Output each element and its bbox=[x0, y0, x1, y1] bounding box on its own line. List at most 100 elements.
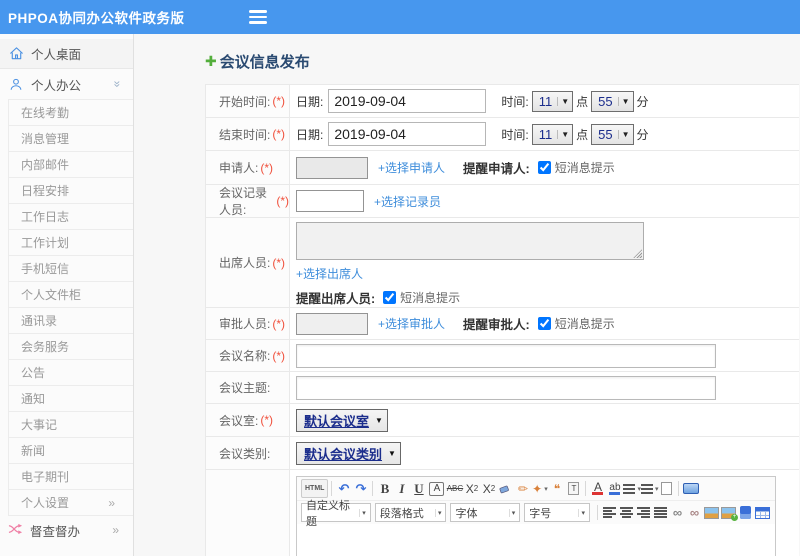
select-attendees-link[interactable]: +选择出席人 bbox=[296, 267, 363, 281]
strikethrough-button[interactable]: ABC bbox=[446, 479, 463, 498]
attendees-textarea[interactable] bbox=[296, 222, 644, 260]
resize-handle[interactable] bbox=[633, 249, 642, 258]
sidebar-item-personal-desktop[interactable]: 个人桌面 bbox=[0, 39, 133, 69]
subscript-button[interactable]: X2 bbox=[480, 479, 497, 498]
home-icon bbox=[8, 46, 24, 62]
sidebar-submenu-item[interactable]: 新闻 bbox=[9, 438, 133, 464]
sidebar-submenu-item[interactable]: 个人文件柜 bbox=[9, 282, 133, 308]
bold-button[interactable]: B bbox=[376, 479, 393, 498]
start-hour-select[interactable]: 11 ▼ bbox=[531, 90, 574, 112]
sidebar-submenu-item[interactable]: 通知 bbox=[9, 386, 133, 412]
insert-table-icon[interactable] bbox=[754, 503, 771, 522]
start-time-label: 开始时间: bbox=[219, 94, 271, 109]
align-left-icon[interactable] bbox=[601, 503, 618, 522]
sidebar-submenu-item[interactable]: 工作日志 bbox=[9, 204, 133, 230]
meeting-room-label: 会议室: bbox=[219, 413, 259, 428]
upload-image-icon[interactable]: + bbox=[720, 503, 738, 522]
sidebar-item-label: 个人设置 bbox=[21, 496, 70, 510]
highlight-color-button[interactable]: ab bbox=[606, 479, 623, 498]
end-date-input[interactable] bbox=[328, 122, 487, 146]
dropdown-arrow-icon: ▾ bbox=[508, 508, 518, 517]
insert-link-icon[interactable]: ∞ bbox=[669, 503, 686, 522]
select-applicant-link[interactable]: +选择申请人 bbox=[378, 159, 445, 176]
ordered-list-button[interactable]: ▾ bbox=[623, 479, 641, 498]
sidebar-submenu-item[interactable]: 在线考勤 bbox=[9, 100, 133, 126]
sidebar-submenu-item[interactable]: 通讯录 bbox=[9, 308, 133, 334]
sidebar-submenu-item[interactable]: 电子期刊 bbox=[9, 464, 133, 490]
sidebar-submenu-item[interactable]: 公告 bbox=[9, 360, 133, 386]
sidebar-submenu-item[interactable]: 会务服务 bbox=[9, 334, 133, 360]
start-minute-value: 55 bbox=[598, 93, 613, 109]
sidebar-submenu-item[interactable]: 内部邮件 bbox=[9, 152, 133, 178]
italic-button[interactable]: I bbox=[393, 479, 410, 498]
font-family-select[interactable]: 字体 ▾ bbox=[450, 503, 521, 522]
start-minute-select[interactable]: 55 ▼ bbox=[591, 90, 634, 112]
remove-link-icon[interactable]: ∞ bbox=[686, 503, 703, 522]
sub-idx: 2 bbox=[490, 484, 496, 493]
underline-button[interactable]: U bbox=[410, 479, 427, 498]
rich-text-editor: HTML ↶ ↷ B I U A ABC X2 X2 ✏ ✦ ▾ ❝ T A a… bbox=[296, 476, 776, 556]
meeting-category-label: 会议类别: bbox=[219, 446, 271, 461]
format-brush-icon[interactable]: ✏ bbox=[514, 479, 531, 498]
paste-as-text-icon[interactable]: T bbox=[565, 479, 582, 498]
date-label: 日期: bbox=[296, 94, 324, 109]
insert-image-icon[interactable] bbox=[703, 503, 720, 522]
new-page-icon[interactable] bbox=[658, 479, 675, 498]
select-approver-link[interactable]: +选择审批人 bbox=[378, 315, 445, 332]
applicant-input[interactable] bbox=[296, 156, 368, 179]
sidebar-submenu-item-label: 日程安排 bbox=[21, 184, 70, 198]
end-hour-select[interactable]: 11 ▼ bbox=[531, 123, 574, 145]
sidebar-submenu-item[interactable]: 日程安排 bbox=[9, 178, 133, 204]
editor-content-area[interactable] bbox=[297, 524, 775, 556]
sidebar-item-supervision[interactable]: 督查督办 » bbox=[0, 516, 133, 544]
meeting-topic-input[interactable] bbox=[296, 375, 716, 400]
font-style-button[interactable]: A bbox=[429, 481, 445, 496]
undo-icon[interactable]: ↶ bbox=[335, 479, 352, 498]
shuffle-icon bbox=[8, 523, 24, 537]
hamburger-menu-icon[interactable] bbox=[248, 10, 267, 24]
top-bar: PHPOA协同办公软件政务版 bbox=[0, 0, 800, 34]
sidebar-submenu-item[interactable]: 大事记 bbox=[9, 412, 133, 438]
meeting-room-select[interactable]: 默认会议室 ▼ bbox=[296, 408, 388, 432]
sidebar-item-label: 督查督办 bbox=[30, 524, 81, 539]
sidebar-item-personal-settings[interactable]: 个人设置 » bbox=[9, 490, 133, 516]
applicant-sms-checkbox[interactable] bbox=[537, 161, 551, 174]
fullscreen-icon[interactable] bbox=[682, 479, 699, 498]
end-minute-select[interactable]: 55 ▼ bbox=[591, 123, 634, 145]
meeting-category-select[interactable]: 默认会议类别 ▼ bbox=[296, 441, 401, 465]
sidebar-submenu-item[interactable]: 手机短信 bbox=[9, 256, 133, 282]
select-arrow-icon: ▼ bbox=[375, 415, 383, 425]
quick-format-icon[interactable]: ✦ ▾ bbox=[531, 479, 548, 498]
unordered-list-button[interactable]: ▾ bbox=[640, 479, 658, 498]
approver-sms-checkbox[interactable] bbox=[537, 317, 551, 330]
applicant-label: 申请人: bbox=[219, 161, 259, 175]
sidebar-submenu-item-label: 手机短信 bbox=[21, 262, 70, 276]
eraser-icon[interactable] bbox=[497, 479, 514, 498]
sidebar-submenu-item[interactable]: 工作计划 bbox=[9, 230, 133, 256]
html-source-button[interactable]: HTML bbox=[301, 479, 329, 498]
align-justify-icon[interactable] bbox=[652, 503, 669, 522]
minute-suffix: 分 bbox=[636, 94, 649, 109]
meeting-room-value: 默认会议室 bbox=[304, 413, 370, 429]
attendees-sms-checkbox[interactable] bbox=[383, 291, 397, 304]
sidebar-submenu-item[interactable]: 消息管理 bbox=[9, 126, 133, 152]
font-family-value: 字体 bbox=[455, 507, 478, 520]
select-recorder-link[interactable]: +选择记录员 bbox=[374, 193, 441, 210]
approver-input[interactable] bbox=[296, 312, 368, 335]
start-date-input[interactable] bbox=[328, 89, 487, 113]
custom-heading-select[interactable]: 自定义标题 ▾ bbox=[301, 500, 371, 528]
insert-media-icon[interactable] bbox=[737, 503, 754, 522]
paragraph-format-select[interactable]: 段落格式 ▾ bbox=[374, 503, 447, 522]
font-color-button[interactable]: A bbox=[589, 479, 606, 498]
superscript-button[interactable]: X2 bbox=[463, 479, 480, 498]
sidebar-item-personal-office[interactable]: 个人办公 » bbox=[0, 69, 133, 99]
blockquote-icon[interactable]: ❝ bbox=[548, 479, 565, 498]
meeting-name-input[interactable] bbox=[296, 343, 716, 368]
redo-icon[interactable]: ↷ bbox=[352, 479, 369, 498]
align-right-icon[interactable] bbox=[635, 503, 652, 522]
align-center-icon[interactable] bbox=[618, 503, 635, 522]
font-size-select[interactable]: 字号 ▾ bbox=[524, 503, 590, 522]
meeting-name-row: 会议名称: (*) bbox=[206, 340, 799, 372]
recorder-input[interactable] bbox=[296, 190, 364, 212]
select-arrow-icon: ▼ bbox=[617, 129, 630, 139]
